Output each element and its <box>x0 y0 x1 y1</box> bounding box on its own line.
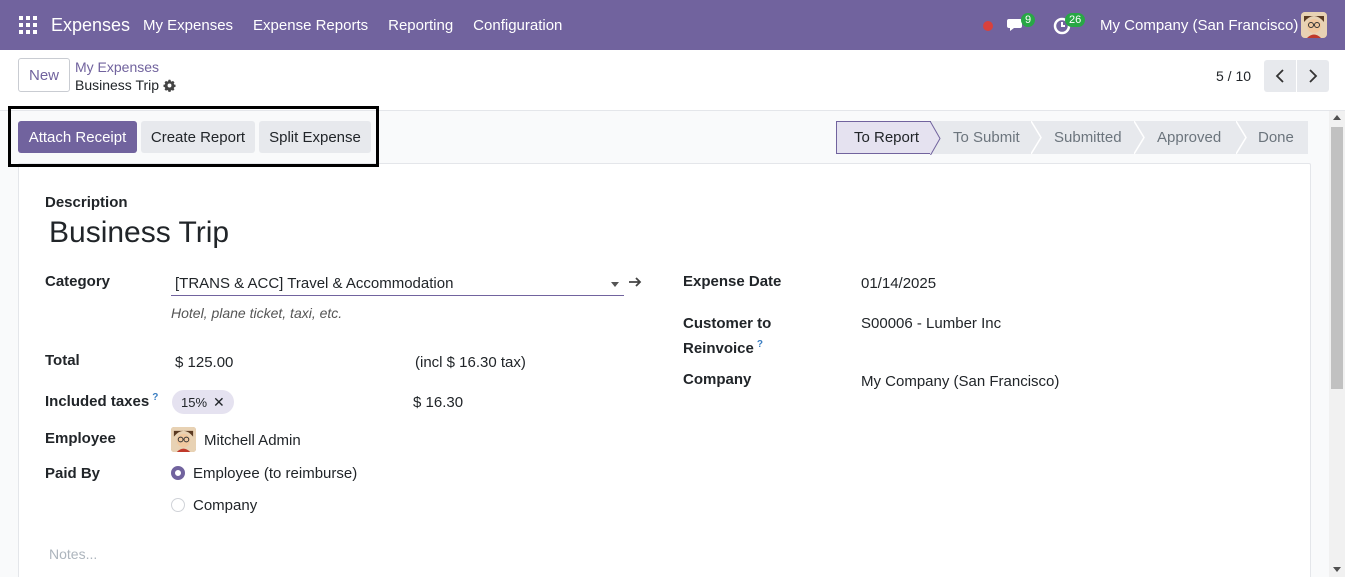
menu-configuration[interactable]: Configuration <box>473 17 562 34</box>
activity-badge: 26 <box>1065 13 1086 27</box>
user-avatar[interactable] <box>1301 12 1327 38</box>
category-label: Category <box>45 273 111 290</box>
menu-my-expenses[interactable]: My Expenses <box>143 17 233 34</box>
category-help-text: Hotel, plane ticket, taxi, etc. <box>171 305 343 321</box>
menu-reporting[interactable]: Reporting <box>388 17 453 34</box>
breadcrumb-current-label: Business Trip <box>75 77 160 93</box>
recording-indicator-icon[interactable] <box>983 21 993 31</box>
attach-receipt-button[interactable]: Attach Receipt <box>18 121 137 153</box>
expense-date-value[interactable]: 01/14/2025 <box>861 275 936 292</box>
employee-value[interactable]: Mitchell Admin <box>204 432 301 449</box>
customer-label-line1: Customer to <box>683 315 772 332</box>
stage-to-report[interactable]: To Report <box>836 121 941 155</box>
breadcrumb-current: Business Trip <box>75 77 176 93</box>
control-panel: New My Expenses Business Trip 5 / 10 <box>0 50 1345 111</box>
tax-amount: $ 16.30 <box>413 394 464 411</box>
breadcrumb-my-expenses[interactable]: My Expenses <box>75 59 159 75</box>
category-field[interactable]: [TRANS & ACC] Travel & Accommodation <box>171 274 624 296</box>
included-taxes-text: Included taxes <box>45 393 150 410</box>
new-button[interactable]: New <box>18 58 70 92</box>
stage-done[interactable]: Done <box>1237 121 1308 154</box>
app-name[interactable]: Expenses <box>51 15 130 36</box>
stage-label: Approved <box>1157 129 1222 146</box>
stage-submitted[interactable]: Submitted <box>1032 121 1145 154</box>
stage-label: To Submit <box>953 129 1020 146</box>
remove-tag-icon[interactable]: ✕ <box>213 394 225 411</box>
help-tooltip-icon[interactable]: ? <box>152 392 158 403</box>
customer-value[interactable]: S00006 - Lumber Inc <box>861 315 1001 332</box>
paid-by-employee-label[interactable]: Employee (to reimburse) <box>193 465 357 482</box>
scrollbar-thumb[interactable] <box>1331 127 1343 389</box>
total-tax-note: (incl $ 16.30 tax) <box>415 354 526 371</box>
gear-icon[interactable] <box>163 79 176 92</box>
tax-tag-label: 15% <box>181 394 208 410</box>
top-navbar: Expenses My Expenses Expense Reports Rep… <box>0 0 1345 50</box>
tax-tag: 15% ✕ <box>172 390 234 414</box>
company-value[interactable]: My Company (San Francisco) <box>861 373 1059 390</box>
company-label: Company <box>683 371 752 388</box>
scroll-down-arrow-icon[interactable] <box>1333 567 1341 572</box>
customer-reinvoice-label: Customer to Reinvoice? <box>683 313 771 359</box>
stage-arrow-icon <box>1236 121 1247 154</box>
internal-link-arrow-icon[interactable] <box>628 275 642 289</box>
stage-label: Done <box>1258 129 1294 146</box>
expense-date-label: Expense Date <box>683 273 782 290</box>
included-taxes-label: Included taxes? <box>45 392 158 410</box>
create-report-button[interactable]: Create Report <box>141 121 255 153</box>
notes-input[interactable]: Notes... <box>49 546 97 562</box>
category-value: [TRANS & ACC] Travel & Accommodation <box>175 275 454 292</box>
description-label: Description <box>45 194 128 211</box>
apps-grid-icon[interactable] <box>19 16 37 34</box>
stage-arrow-icon <box>1134 121 1145 154</box>
chevron-left-icon <box>1275 69 1284 83</box>
pager-next-button[interactable] <box>1297 60 1329 92</box>
employee-avatar <box>171 427 196 452</box>
menu-expense-reports[interactable]: Expense Reports <box>253 17 368 34</box>
total-amount[interactable]: $ 125.00 <box>175 354 233 371</box>
stage-arrow-icon <box>1031 121 1042 154</box>
paid-by-employee-radio[interactable] <box>171 466 185 480</box>
paid-by-company-radio[interactable] <box>171 498 185 512</box>
form-sheet: Description Business Trip Category [TRAN… <box>18 163 1311 577</box>
stage-label: To Report <box>854 129 920 146</box>
chevron-right-icon <box>1309 69 1318 83</box>
pager-value[interactable]: 5 / 10 <box>1216 68 1251 84</box>
status-bar: To Report To Submit Submitted Approved D… <box>836 121 1308 155</box>
company-switcher[interactable]: My Company (San Francisco) <box>1100 17 1298 34</box>
description-input[interactable]: Business Trip <box>49 216 229 250</box>
scroll-up-arrow-icon[interactable] <box>1333 115 1341 120</box>
split-expense-button[interactable]: Split Expense <box>259 121 371 153</box>
help-tooltip-icon[interactable]: ? <box>757 339 763 350</box>
employee-label: Employee <box>45 430 116 447</box>
stage-label: Submitted <box>1054 129 1122 146</box>
vertical-scrollbar[interactable] <box>1329 111 1345 577</box>
pager-previous-button[interactable] <box>1264 60 1296 92</box>
paid-by-label: Paid By <box>45 465 101 482</box>
customer-label-line2: Reinvoice <box>683 340 754 357</box>
total-label: Total <box>45 352 80 369</box>
stage-to-submit[interactable]: To Submit <box>931 121 1042 154</box>
caret-down-icon[interactable] <box>611 282 619 287</box>
paid-by-company-label[interactable]: Company <box>193 497 257 514</box>
stage-approved[interactable]: Approved <box>1135 121 1247 154</box>
main-menu: My Expenses Expense Reports Reporting Co… <box>143 17 562 34</box>
stage-arrow-icon <box>930 122 941 155</box>
chat-badge: 9 <box>1021 13 1036 27</box>
